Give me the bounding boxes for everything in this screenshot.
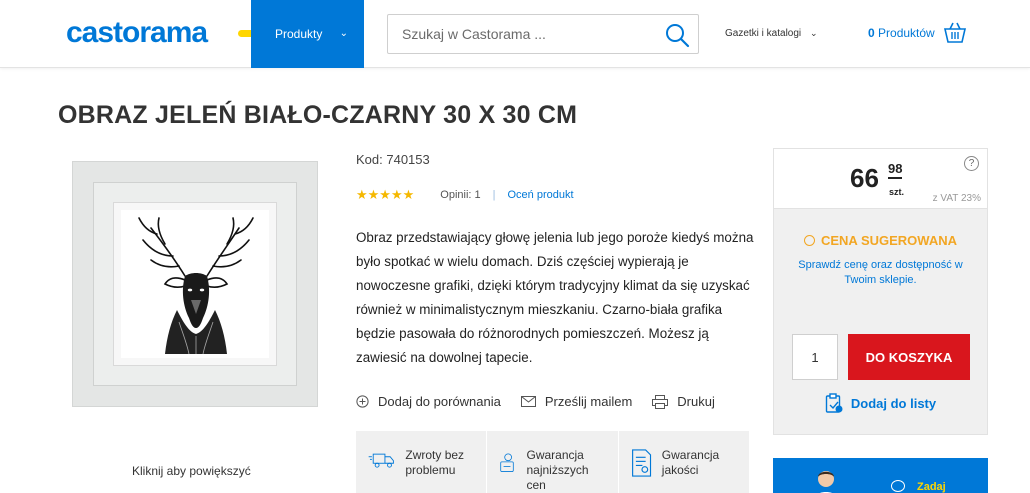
benefits-bar: Zwroty bez problemu Gwarancja najniższyc… [356, 431, 749, 493]
product-title: OBRAZ JELEŃ BIAŁO-CZARNY 30 X 30 CM [58, 101, 578, 129]
search-icon[interactable] [664, 22, 690, 48]
check-circle-icon [803, 235, 815, 246]
email-label: Prześlij mailem [544, 394, 633, 409]
search-input[interactable] [388, 15, 648, 53]
assistant-avatar [818, 471, 834, 493]
benefit-lowest-price[interactable]: Gwarancja najniższych cen [487, 431, 619, 493]
help-icon[interactable]: ? [964, 156, 979, 171]
castorama-logo[interactable]: castorama [66, 16, 208, 50]
check-store-link[interactable]: Sprawdź cenę oraz dostępność w Twoim skl… [784, 258, 977, 288]
suggested-price-label: CENA SUGEROWANA [774, 233, 987, 248]
price-tag-icon [500, 453, 515, 472]
print-label: Drukuj [677, 394, 715, 409]
add-to-cart-button[interactable]: DO KOSZYKA [848, 334, 970, 380]
benefit-price-label: Gwarancja najniższych cen [526, 448, 589, 492]
deer-head-illustration [138, 217, 254, 355]
search-bar [387, 14, 699, 54]
plus-circle-icon [356, 395, 369, 408]
deer-artwork [121, 210, 269, 358]
cart-label: Produktów [878, 26, 935, 40]
chat-bubble-icon [891, 480, 905, 492]
price-decimal: 98 [888, 161, 903, 179]
compare-button[interactable]: Dodaj do porównania [356, 394, 501, 409]
price-box: 66 98 szt. ? z VAT 23% CENA SUGEROWANA S… [773, 148, 988, 435]
basket-icon [943, 22, 966, 43]
product-code: Kod: 740153 [356, 152, 430, 167]
rate-product-link[interactable]: Oceń produkt [508, 189, 574, 201]
catalogs-label: Gazetki i katalogi [725, 28, 802, 39]
print-button[interactable]: Drukuj [652, 394, 715, 409]
ask-question-box[interactable]: Zadaj [773, 458, 988, 493]
chevron-down-icon: ⌄ [339, 28, 348, 39]
suggested-price-text: CENA SUGEROWANA [820, 233, 958, 248]
site-header: castorama Produkty ⌄ Gazetki i katalogi … [0, 0, 1030, 68]
chevron-down-icon: ⌄ [809, 28, 818, 38]
ask-label: Zadaj [917, 481, 946, 493]
cart-summary: 0 Produktów [868, 26, 935, 40]
benefit-returns-label: Zwroty bez problemu [405, 448, 465, 477]
rating-stars[interactable]: ★★★★★ [356, 187, 414, 203]
envelope-icon [520, 396, 536, 407]
benefit-quality[interactable]: Gwarancja jakości [619, 431, 749, 493]
price-integer: 66 [850, 163, 879, 193]
printer-icon [652, 394, 669, 409]
email-button[interactable]: Prześlij mailem [520, 394, 633, 409]
benefit-returns[interactable]: Zwroty bez problemu [356, 431, 488, 493]
products-menu-label: Produkty [275, 27, 323, 41]
divider: | [492, 189, 496, 201]
quantity-input[interactable] [792, 334, 838, 380]
product-description: Obraz przedstawiający głowę jelenia lub … [356, 230, 754, 365]
add-to-list-button[interactable]: Dodaj do listy [774, 393, 987, 413]
cart-button[interactable]: 0 Produktów [868, 22, 967, 44]
truck-icon [368, 453, 394, 468]
price-unit: szt. [889, 187, 905, 197]
rating-row: ★★★★★ Opinii: 1 | Oceń produkt [356, 187, 574, 203]
clipboard-list-icon [825, 393, 843, 413]
reviews-count[interactable]: Opinii: 1 [440, 189, 480, 201]
benefit-quality-label: Gwarancja jakości [661, 448, 720, 477]
certificate-icon [631, 449, 651, 477]
products-menu-button[interactable]: Produkty ⌄ [251, 0, 364, 68]
enlarge-image-link[interactable]: Kliknij aby powiększyć [132, 464, 251, 478]
cart-count: 0 [868, 26, 875, 40]
compare-label: Dodaj do porównania [378, 394, 501, 409]
vat-note: z VAT 23% [932, 193, 981, 204]
product-image[interactable] [72, 161, 318, 407]
price-header: 66 98 szt. ? z VAT 23% [774, 149, 987, 209]
add-to-list-label: Dodaj do listy [850, 395, 937, 411]
product-actions: Dodaj do porównania Prześlij mailem Druk… [356, 394, 735, 409]
catalogs-menu[interactable]: Gazetki i katalogi ⌄ [725, 28, 817, 39]
